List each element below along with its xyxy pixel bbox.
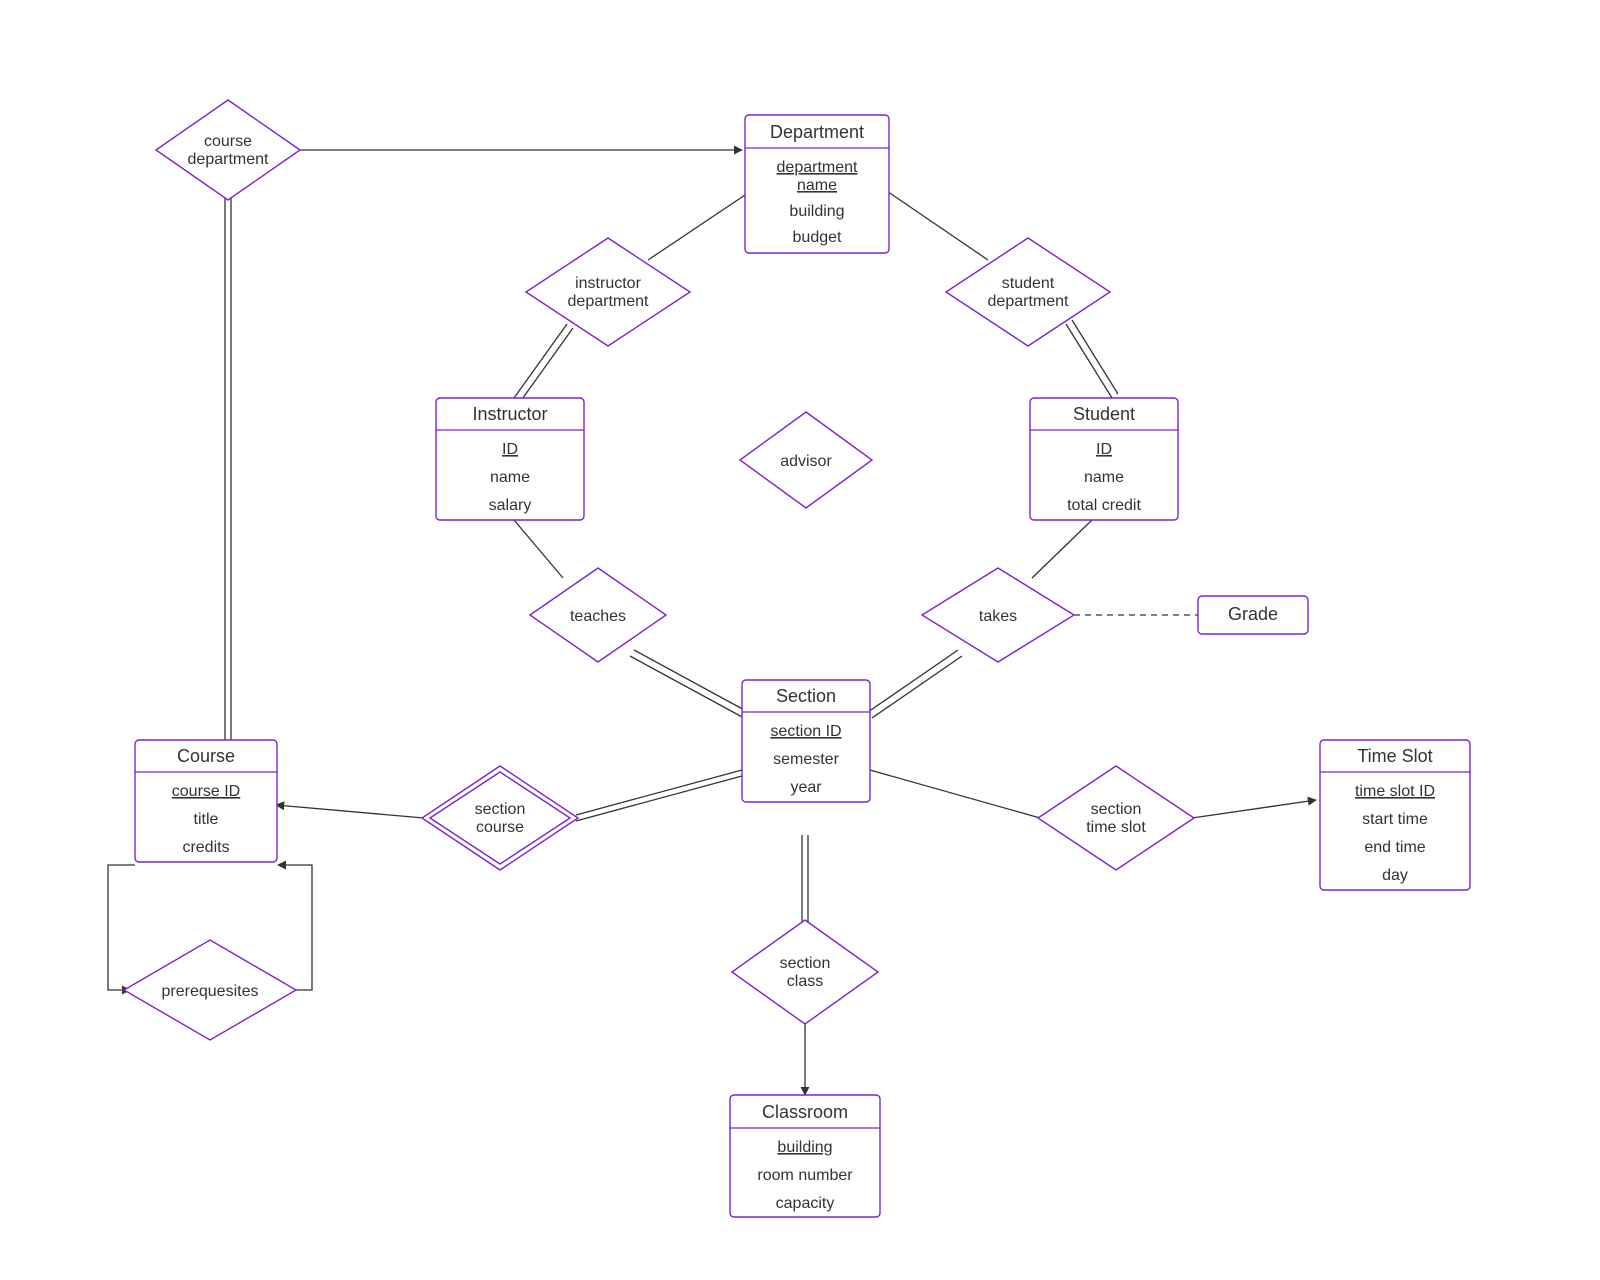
entity-section: Section section ID semester year [742, 680, 870, 802]
svg-text:section: section [475, 801, 526, 818]
entity-course-key: course ID [172, 783, 240, 800]
entity-classroom: Classroom building room number capacity [730, 1095, 880, 1217]
rel-teaches: teaches [530, 568, 666, 662]
edge-seccourse-section-a [576, 770, 742, 815]
entity-student-attr-0: name [1084, 469, 1124, 486]
edge-teaches-section-a [634, 650, 748, 712]
edge-sectime-section [870, 770, 1040, 818]
edge-studdept-student-a [1066, 324, 1112, 398]
entity-instructor-title: Instructor [472, 404, 547, 424]
entity-grade: Grade [1198, 596, 1308, 634]
entity-timeslot-title: Time Slot [1357, 746, 1432, 766]
entity-timeslot-attr-1: end time [1364, 839, 1425, 856]
rel-section-class: section class [732, 920, 878, 1024]
entity-student-key: ID [1096, 441, 1112, 458]
svg-text:course: course [204, 133, 252, 150]
svg-text:time slot: time slot [1086, 819, 1146, 836]
entity-timeslot-key: time slot ID [1355, 783, 1435, 800]
entity-instructor-key: ID [502, 441, 518, 458]
svg-text:advisor: advisor [780, 453, 832, 470]
entity-timeslot-attr-0: start time [1362, 811, 1428, 828]
entity-student-attr-1: total credit [1067, 497, 1141, 514]
edge-prereq-course-left [108, 865, 135, 990]
edge-instrdept-instructor-b [520, 328, 573, 402]
er-diagram: Department department name building budg… [0, 0, 1600, 1280]
entity-department-key2: name [797, 177, 837, 194]
entity-course-attr-1: credits [182, 839, 229, 856]
edge-prereq-course-right [278, 865, 312, 990]
entity-section-attr-1: year [790, 779, 822, 796]
svg-text:student: student [1002, 275, 1055, 292]
svg-text:teaches: teaches [570, 608, 626, 625]
svg-text:department: department [988, 293, 1069, 310]
entity-course: Course course ID title credits [135, 740, 277, 862]
svg-text:instructor: instructor [575, 275, 641, 292]
edge-teaches-instructor [514, 520, 563, 578]
edge-seccourse-course [276, 805, 424, 818]
rel-takes: takes [922, 568, 1074, 662]
edge-takes-section-b [872, 656, 962, 718]
edge-instrdept-department [648, 185, 760, 260]
entity-instructor-attr-0: name [490, 469, 530, 486]
entity-section-title: Section [776, 686, 836, 706]
svg-text:class: class [787, 973, 823, 990]
edge-seccourse-section-b [576, 776, 742, 821]
svg-text:course: course [476, 819, 524, 836]
entity-classroom-title: Classroom [762, 1102, 848, 1122]
entity-timeslot: Time Slot time slot ID start time end ti… [1320, 740, 1470, 890]
entity-department-key: department [777, 159, 858, 176]
svg-text:takes: takes [979, 608, 1017, 625]
entity-student: Student ID name total credit [1030, 398, 1178, 520]
edge-sectime-timeslot [1192, 800, 1316, 818]
rel-instructor-department: instructor department [526, 238, 690, 346]
entity-instructor-attr-1: salary [489, 497, 532, 514]
rel-section-course: section course [422, 766, 578, 870]
svg-text:section: section [780, 955, 831, 972]
entity-instructor: Instructor ID name salary [436, 398, 584, 520]
entity-course-title: Course [177, 746, 235, 766]
entity-department-attr-0: building [789, 203, 844, 220]
svg-text:prerequesites: prerequesites [162, 983, 259, 1000]
edge-takes-student [1032, 520, 1092, 578]
entity-section-attr-0: semester [773, 751, 839, 768]
entity-department: Department department name building budg… [745, 115, 889, 253]
entity-department-attr-1: budget [793, 229, 842, 246]
entity-classroom-key: building [777, 1139, 832, 1156]
entity-timeslot-attr-2: day [1382, 867, 1408, 884]
rel-prerequisites: prerequesites [124, 940, 296, 1040]
svg-text:section: section [1091, 801, 1142, 818]
rel-section-timeslot: section time slot [1038, 766, 1194, 870]
rel-student-department: student department [946, 238, 1110, 346]
entity-classroom-attr-1: capacity [776, 1195, 835, 1212]
entity-section-key: section ID [770, 723, 841, 740]
entity-grade-title: Grade [1228, 604, 1278, 624]
edge-studdept-department [878, 185, 988, 260]
edge-takes-section-a [868, 650, 958, 712]
entity-student-title: Student [1073, 404, 1135, 424]
rel-course-department: course department [156, 100, 300, 200]
edge-teaches-section-b [630, 656, 744, 718]
rel-advisor: advisor [740, 412, 872, 508]
entity-course-attr-0: title [194, 811, 219, 828]
svg-text:department: department [188, 151, 269, 168]
edge-studdept-student-b [1072, 320, 1118, 394]
edge-instrdept-instructor-a [514, 324, 567, 398]
svg-text:department: department [568, 293, 649, 310]
entity-department-title: Department [770, 122, 864, 142]
entity-classroom-attr-0: room number [757, 1167, 853, 1184]
